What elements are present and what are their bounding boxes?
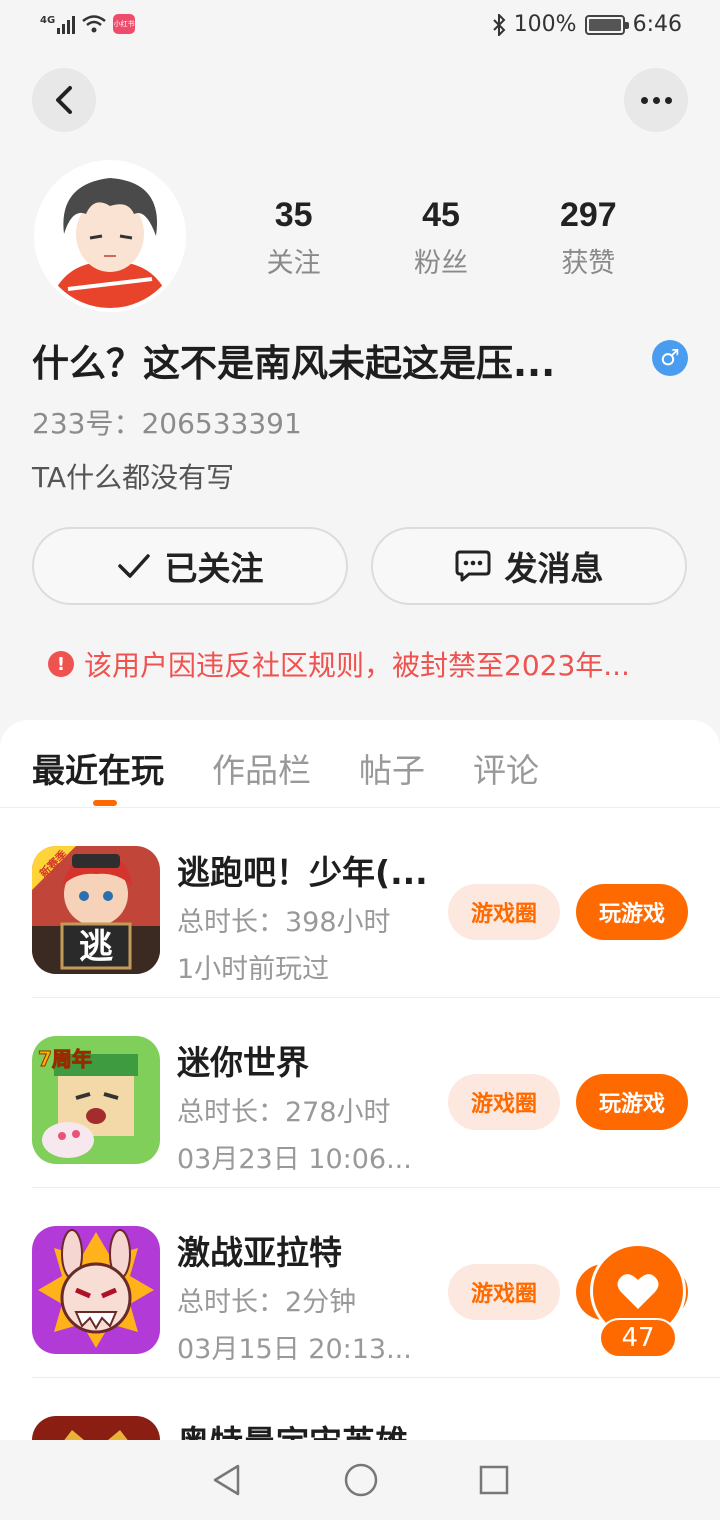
app-notification-icon: 小红书 — [113, 14, 136, 34]
tab-posts[interactable]: 帖子 — [359, 744, 425, 807]
game-icon — [32, 1226, 160, 1354]
game-circle-button[interactable]: 游戏圈 — [448, 1264, 560, 1320]
wifi-icon — [82, 15, 106, 33]
game-name: 迷你世界 — [177, 1043, 309, 1082]
clock: 6:46 — [632, 12, 682, 37]
ban-notice-text: 该用户因违反社区规则，被封禁至2023年... — [84, 649, 630, 682]
avatar[interactable] — [34, 160, 186, 312]
chat-bubble-icon — [455, 550, 490, 582]
signal-icon — [57, 14, 76, 34]
status-right: 100% 6:46 — [492, 12, 682, 37]
game-icon: 逃 新赛季 — [32, 846, 160, 974]
alert-icon: ! — [48, 651, 74, 677]
game-icon-text: 逃 — [79, 927, 113, 967]
status-left: 4G 小红书 — [40, 14, 136, 34]
game-duration: 总时长：398小时 — [177, 907, 391, 938]
game-icon-badge: 7周年 — [38, 1047, 92, 1071]
bluetooth-icon — [492, 13, 506, 36]
stat-following[interactable]: 35 关注 — [234, 196, 354, 280]
like-count: 47 — [599, 1318, 677, 1358]
game-row[interactable]: 逃 新赛季 逃跑吧！少年(... 总时长：398小时 1小时前玩过 游戏圈 玩游… — [32, 808, 720, 998]
stat-followers[interactable]: 45 粉丝 — [381, 196, 501, 280]
user-id[interactable]: 233号：206533391 — [32, 402, 302, 442]
ban-notice[interactable]: ! 该用户因违反社区规则，被封禁至2023年... — [48, 644, 678, 684]
game-circle-button[interactable]: 游戏圈 — [448, 1074, 560, 1130]
game-duration: 总时长：2分钟 — [177, 1287, 357, 1318]
stat-label: 粉丝 — [413, 248, 468, 279]
active-tab-indicator — [93, 800, 117, 806]
tab-works[interactable]: 作品栏 — [212, 744, 311, 807]
status-bar: 4G 小红书 100% 6:46 — [0, 0, 720, 56]
following-label: 已关注 — [164, 549, 264, 588]
check-icon — [117, 554, 150, 578]
battery-icon — [584, 14, 629, 35]
stat-value: 45 — [422, 196, 460, 234]
play-game-button[interactable]: 玩游戏 — [576, 1074, 688, 1130]
nav-recents-icon[interactable] — [478, 1464, 510, 1496]
stat-label: 获赞 — [561, 248, 616, 279]
game-name: 激战亚拉特 — [177, 1233, 342, 1272]
profile-bio: TA什么都没有写 — [32, 461, 235, 494]
game-duration: 总时长：278小时 — [177, 1097, 391, 1128]
game-row[interactable]: 奥特曼宇宙英雄 — [32, 1378, 720, 1440]
stat-value: 297 — [559, 196, 617, 234]
game-icon — [32, 1416, 160, 1440]
battery-percent: 100% — [513, 12, 577, 37]
message-label: 发消息 — [504, 549, 604, 588]
avatar-image — [38, 164, 182, 308]
profile-name: 什么？这不是南风未起这是压... — [32, 342, 556, 385]
game-last-played: 1小时前玩过 — [177, 954, 330, 985]
game-circle-button[interactable]: 游戏圈 — [448, 884, 560, 940]
back-button[interactable] — [32, 68, 96, 132]
stat-likes[interactable]: 297 获赞 — [528, 196, 648, 280]
network-type: 4G — [40, 14, 56, 26]
tab-recently-played[interactable]: 最近在玩 — [32, 744, 164, 807]
chevron-left-icon — [56, 86, 72, 114]
play-game-button[interactable]: 玩游戏 — [576, 884, 688, 940]
nav-back-icon[interactable] — [210, 1463, 244, 1497]
game-name: 奥特曼宇宙英雄 — [177, 1416, 437, 1440]
nav-home-icon[interactable] — [343, 1462, 379, 1498]
more-button[interactable] — [624, 68, 688, 132]
game-last-played: 03月15日 20:13... — [177, 1334, 412, 1365]
game-name: 逃跑吧！少年(... — [177, 853, 428, 892]
stat-label: 关注 — [266, 248, 321, 279]
message-button[interactable]: 发消息 — [371, 527, 687, 605]
stat-value: 35 — [274, 196, 313, 234]
game-icon: 7周年 — [32, 1036, 160, 1164]
tab-comments[interactable]: 评论 — [473, 744, 539, 807]
system-nav-bar — [0, 1440, 720, 1520]
profile-tabs: 最近在玩 作品栏 帖子 评论 — [0, 720, 720, 808]
male-icon: ♂ — [652, 340, 688, 376]
game-row[interactable]: 7周年 迷你世界 总时长：278小时 03月23日 10:06... 游戏圈 玩… — [32, 998, 720, 1188]
following-button[interactable]: 已关注 — [32, 527, 348, 605]
heart-icon — [617, 1274, 659, 1309]
profile-stats: 35 关注 45 粉丝 297 获赞 — [220, 196, 662, 280]
more-horizontal-icon — [640, 96, 672, 104]
game-last-played: 03月23日 10:06... — [177, 1144, 412, 1175]
